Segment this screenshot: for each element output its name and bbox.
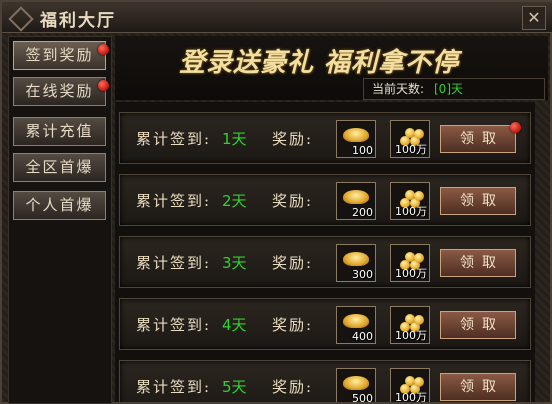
item-quantity: 100万 [395, 205, 427, 218]
window-title: 福利大厅 [40, 11, 116, 31]
item-quantity: 100 [352, 144, 373, 157]
item-quantity: 100万 [395, 267, 427, 280]
nav-item-online-rewards[interactable]: 在线奖励 [13, 77, 109, 106]
banner-slogan: 登录送豪礼 福利拿不停 [179, 48, 460, 78]
nav-item-label: 累计充值 [25, 122, 94, 140]
nav-item-label: 个人首爆 [25, 196, 94, 214]
side-nav: 签到奖励 在线奖励 累计充值 全区首爆 个人首爆 [8, 36, 112, 404]
reward-slot-ingot[interactable]: 500 [336, 368, 376, 402]
claim-button-label: 领取 [460, 317, 504, 333]
item-quantity: 400 [352, 330, 373, 343]
claim-button-label: 领取 [460, 255, 504, 271]
reward-slot-coins[interactable]: 100万 [390, 368, 430, 402]
claim-button[interactable]: 领取 [440, 249, 516, 277]
reward-row: 累计签到: 4天 奖励: 400 100万 领取 [119, 298, 531, 350]
cumulative-signin-label: 累计签到: [136, 378, 212, 396]
reward-row: 累计签到: 2天 奖励: 200 100万 领取 [119, 174, 531, 226]
current-days-box: 当前天数: [0]天 [363, 78, 545, 100]
item-quantity: 200 [352, 206, 373, 219]
reward-label: 奖励: [272, 316, 314, 334]
reward-slot-ingot[interactable]: 300 [336, 244, 376, 282]
gold-ingot-icon [343, 376, 369, 390]
reward-slot-coins[interactable]: 100万 [390, 120, 430, 158]
nav-item-personal-first-drop[interactable]: 个人首爆 [13, 191, 106, 220]
reward-slot-coins[interactable]: 100万 [390, 182, 430, 220]
item-quantity: 100万 [395, 143, 427, 156]
item-quantity: 100万 [395, 391, 427, 402]
day-count: 1天 [222, 130, 247, 148]
day-count: 2天 [222, 192, 247, 210]
cumulative-signin-label: 累计签到: [136, 316, 212, 334]
reward-slot-coins[interactable]: 100万 [390, 306, 430, 344]
title-bar: 福利大厅 ✕ [2, 2, 552, 33]
claim-button[interactable]: 领取 [440, 125, 516, 153]
current-days-value: [0]天 [434, 82, 463, 96]
reward-slot-coins[interactable]: 100万 [390, 244, 430, 282]
nav-item-label: 签到奖励 [25, 46, 94, 64]
reward-label: 奖励: [272, 378, 314, 396]
nav-item-sign-in-rewards[interactable]: 签到奖励 [13, 41, 109, 70]
item-quantity: 100万 [395, 329, 427, 342]
notification-dot-icon [510, 122, 521, 133]
day-count: 5天 [222, 378, 247, 396]
claim-button-label: 领取 [460, 379, 504, 395]
close-icon[interactable]: ✕ [522, 6, 546, 30]
gold-ingot-icon [343, 128, 369, 142]
reward-slot-ingot[interactable]: 200 [336, 182, 376, 220]
reward-list[interactable]: 累计签到: 1天 奖励: 100 100万 领取 累计签到: 2天 奖励: 20 [115, 102, 535, 402]
claim-button[interactable]: 领取 [440, 187, 516, 215]
item-quantity: 300 [352, 268, 373, 281]
diamond-ornament-icon [8, 6, 34, 32]
reward-slot-ingot[interactable]: 400 [336, 306, 376, 344]
current-days-label: 当前天数: [372, 82, 425, 96]
promo-banner: 登录送豪礼 福利拿不停 当前天数: [0]天 [115, 36, 548, 100]
reward-row: 累计签到: 5天 奖励: 500 100万 领取 [119, 360, 531, 402]
cumulative-signin-label: 累计签到: [136, 254, 212, 272]
item-quantity: 500 [352, 392, 373, 402]
day-count: 4天 [222, 316, 247, 334]
reward-row: 累计签到: 3天 奖励: 300 100万 领取 [119, 236, 531, 288]
claim-button[interactable]: 领取 [440, 373, 516, 401]
reward-slot-ingot[interactable]: 100 [336, 120, 376, 158]
nav-item-label: 在线奖励 [25, 82, 94, 100]
notification-dot-icon [98, 44, 109, 55]
gold-ingot-icon [343, 314, 369, 328]
welfare-hall-window: 福利大厅 ✕ 签到奖励 在线奖励 累计充值 全区首爆 个人首爆 登录送豪礼 福利… [0, 0, 552, 404]
nav-item-server-first-drop[interactable]: 全区首爆 [13, 153, 106, 182]
cumulative-signin-label: 累计签到: [136, 130, 212, 148]
notification-dot-icon [98, 80, 109, 91]
claim-button-label: 领取 [460, 193, 504, 209]
reward-row: 累计签到: 1天 奖励: 100 100万 领取 [119, 112, 531, 164]
claim-button[interactable]: 领取 [440, 311, 516, 339]
nav-item-recharge[interactable]: 累计充值 [13, 117, 106, 146]
reward-label: 奖励: [272, 130, 314, 148]
claim-button-label: 领取 [460, 131, 504, 147]
gold-ingot-icon [343, 190, 369, 204]
gold-ingot-icon [343, 252, 369, 266]
reward-label: 奖励: [272, 192, 314, 210]
nav-item-label: 全区首爆 [25, 158, 94, 176]
cumulative-signin-label: 累计签到: [136, 192, 212, 210]
reward-label: 奖励: [272, 254, 314, 272]
day-count: 3天 [222, 254, 247, 272]
